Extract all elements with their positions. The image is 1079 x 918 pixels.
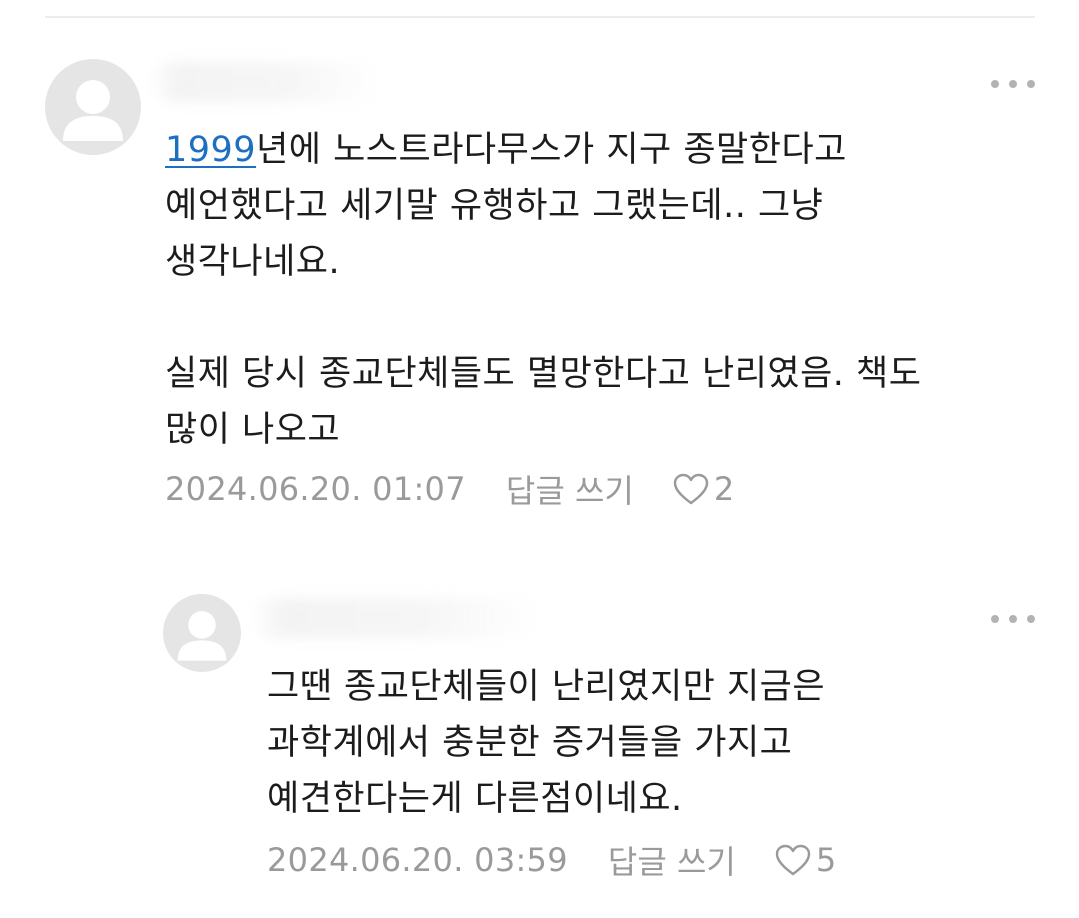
comment-body: 1999년에 노스트라다무스가 지구 종말한다고 예언했다고 세기말 유행하고 … xyxy=(165,122,1045,458)
person-silhouette-icon xyxy=(63,80,123,141)
more-options-button[interactable] xyxy=(991,609,1035,629)
avatar[interactable] xyxy=(45,59,141,155)
like-button[interactable]: 2 xyxy=(672,470,734,508)
person-silhouette-icon xyxy=(177,611,227,661)
comment-body-text: 년에 노스트라다무스가 지구 종말한다고 예언했다고 세기말 유행하고 그랬는데… xyxy=(165,130,922,450)
year-link[interactable]: 1999 xyxy=(165,130,256,170)
like-count: 2 xyxy=(713,470,735,508)
heart-outline-icon xyxy=(673,473,709,505)
comment-meta: 2024.06.20. 01:07 답글 쓰기 2 xyxy=(165,467,734,511)
like-count: 5 xyxy=(815,841,837,879)
more-dots-icon xyxy=(991,80,999,88)
comment-meta: 2024.06.20. 03:59 답글 쓰기 5 xyxy=(267,838,836,882)
author-name-redacted xyxy=(150,62,380,102)
reply-comment-body: 그땐 종교단체들이 난리였지만 지금은 과학계에서 충분한 증거들을 가지고 예… xyxy=(267,667,826,819)
reply-button[interactable]: 답글 쓰기 xyxy=(506,466,634,512)
more-options-button[interactable] xyxy=(991,74,1035,94)
more-dots-icon xyxy=(991,615,999,623)
comment-date: 2024.06.20. 01:07 xyxy=(165,470,466,508)
heart-outline-icon xyxy=(775,844,811,876)
like-button[interactable]: 5 xyxy=(774,841,836,879)
comment-date: 2024.06.20. 03:59 xyxy=(267,841,568,879)
avatar[interactable] xyxy=(163,594,241,672)
top-divider xyxy=(45,16,1035,18)
author-name-redacted xyxy=(250,598,540,638)
reply-button[interactable]: 답글 쓰기 xyxy=(608,837,736,883)
